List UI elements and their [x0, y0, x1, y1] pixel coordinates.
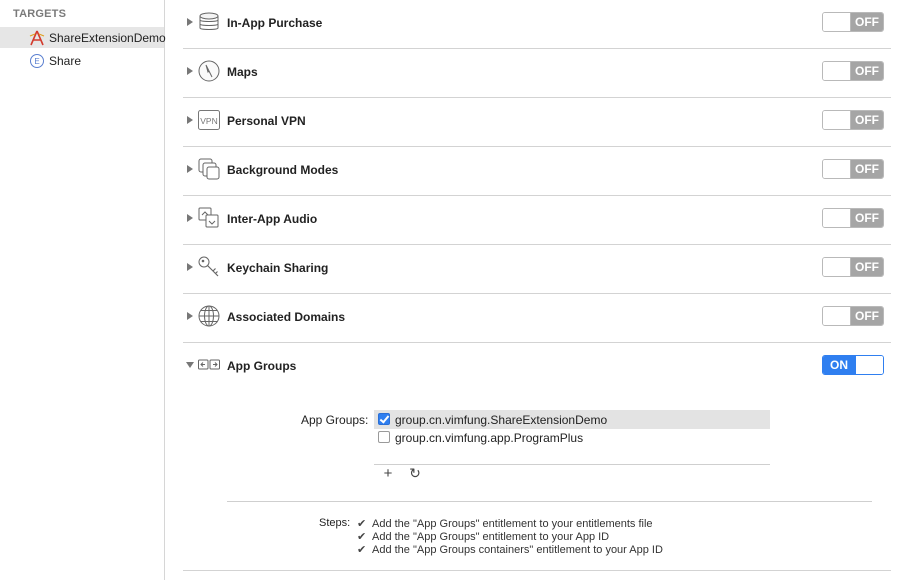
capability-label: App Groups — [227, 359, 297, 373]
associated-domains-toggle[interactable]: OFF — [822, 306, 884, 326]
capability-row-maps: Maps OFF — [183, 49, 891, 98]
add-group-button[interactable]: + — [380, 465, 396, 482]
toggle-state: ON — [830, 358, 848, 372]
step-text: Add the "App Groups containers" entitlem… — [372, 544, 663, 556]
capability-row-inter-app-audio: Inter-App Audio OFF — [183, 196, 891, 245]
step-item: ✔ Add the "App Groups" entitlement to you… — [357, 517, 653, 530]
toggle-state: OFF — [855, 113, 879, 127]
capability-label: Personal VPN — [227, 114, 306, 128]
toggle-state: OFF — [855, 211, 879, 225]
disclosure-right-icon[interactable] — [185, 213, 195, 223]
capability-row-personal-vpn: VPN Personal VPN OFF — [183, 98, 891, 147]
inter-app-audio-toggle[interactable]: OFF — [822, 208, 884, 228]
checkmark-icon: ✔ — [357, 518, 367, 530]
key-icon — [198, 256, 219, 277]
target-row-share[interactable]: E Share — [0, 50, 164, 71]
app-group-item[interactable]: group.cn.vimfung.ShareExtensionDemo — [374, 410, 770, 429]
vpn-icon: VPN — [198, 110, 220, 130]
target-label: ShareExtensionDemo — [49, 30, 166, 45]
capability-row-app-groups: App Groups ON — [183, 343, 891, 392]
background-modes-icon — [198, 158, 220, 180]
capability-row-keychain-sharing: Keychain Sharing OFF — [183, 245, 891, 294]
inter-app-audio-icon — [198, 207, 219, 228]
capability-label: Inter-App Audio — [227, 212, 318, 226]
personal-vpn-toggle[interactable]: OFF — [822, 110, 884, 130]
app-groups-toggle[interactable]: ON — [822, 355, 884, 375]
in-app-purchase-toggle[interactable]: OFF — [822, 12, 884, 32]
steps-label: Steps: — [319, 517, 351, 529]
maps-toggle[interactable]: OFF — [822, 61, 884, 81]
svg-text:E: E — [34, 57, 39, 66]
capability-label: In-App Purchase — [227, 16, 323, 30]
coin-stack-icon — [199, 12, 219, 30]
step-text: Add the "App Groups" entitlement to your… — [372, 531, 610, 543]
disclosure-right-icon[interactable] — [185, 115, 195, 125]
toggle-state: OFF — [855, 162, 879, 176]
target-row-sharextensiondemo[interactable]: ShareExtensionDemo — [0, 27, 166, 48]
disclosure-right-icon[interactable] — [185, 311, 195, 321]
checkmark-icon: ✔ — [357, 544, 367, 556]
background-modes-toggle[interactable]: OFF — [822, 159, 884, 179]
app-group-checkbox[interactable] — [378, 413, 390, 425]
app-group-checkbox[interactable] — [378, 431, 390, 443]
app-group-id: group.cn.vimfung.ShareExtensionDemo — [395, 413, 608, 427]
app-groups-icon — [198, 359, 220, 370]
disclosure-down-icon[interactable] — [185, 360, 195, 370]
app-groups-actions: + ↻ — [374, 465, 770, 485]
targets-header: TARGETS — [13, 8, 67, 20]
app-target-icon — [29, 30, 45, 46]
toggle-state: OFF — [855, 15, 879, 29]
section-divider — [183, 570, 891, 571]
step-item: ✔ Add the "App Groups" entitlement to you… — [357, 530, 609, 543]
step-item: ✔ Add the "App Groups containers" entitle… — [357, 543, 663, 556]
disclosure-right-icon[interactable] — [185, 17, 195, 27]
checkmark-icon: ✔ — [357, 531, 367, 543]
app-group-item[interactable]: group.cn.vimfung.app.ProgramPlus — [374, 428, 770, 447]
target-label: Share — [49, 53, 82, 68]
app-groups-list: group.cn.vimfung.ShareExtensionDemo grou… — [374, 410, 770, 465]
capability-row-in-app-purchase: In-App Purchase OFF — [183, 0, 891, 49]
maps-compass-icon — [198, 60, 220, 82]
app-group-id: group.cn.vimfung.app.ProgramPlus — [395, 431, 584, 445]
capability-label: Associated Domains — [227, 310, 346, 324]
refresh-groups-button[interactable]: ↻ — [407, 465, 423, 481]
capabilities-panel: In-App Purchase OFF Maps OFF VPN Persona… — [165, 0, 908, 580]
extension-icon: E — [30, 54, 44, 68]
capability-row-background-modes: Background Modes OFF — [183, 147, 891, 196]
vpn-icon-text: VPN — [200, 116, 217, 126]
capability-row-associated-domains: Associated Domains OFF — [183, 294, 891, 343]
disclosure-right-icon[interactable] — [185, 164, 195, 174]
toggle-state: OFF — [855, 260, 879, 274]
globe-icon — [198, 305, 220, 327]
capability-label: Background Modes — [227, 163, 339, 177]
capability-label: Keychain Sharing — [227, 261, 329, 275]
keychain-sharing-toggle[interactable]: OFF — [822, 257, 884, 277]
targets-sidebar: TARGETS ShareExtensionDemo E Share — [0, 0, 166, 580]
app-groups-label: App Groups: — [301, 413, 369, 427]
toggle-state: OFF — [855, 309, 879, 323]
toggle-state: OFF — [855, 64, 879, 78]
step-text: Add the "App Groups" entitlement to your… — [372, 518, 653, 530]
disclosure-right-icon[interactable] — [185, 66, 195, 76]
steps-divider — [227, 501, 872, 502]
capability-label: Maps — [227, 65, 258, 79]
disclosure-right-icon[interactable] — [185, 262, 195, 272]
